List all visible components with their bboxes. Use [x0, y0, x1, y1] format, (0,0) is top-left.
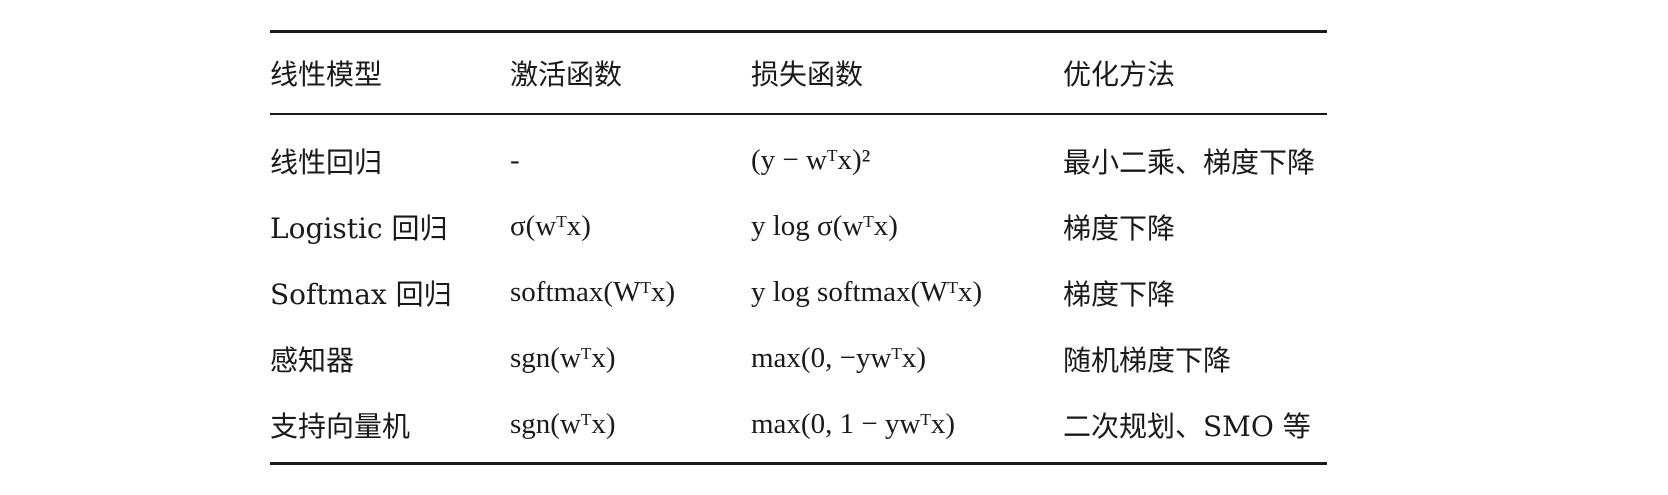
cell-activation: sgn(wᵀx): [510, 342, 616, 374]
header-linear-model: 线性模型: [270, 58, 383, 91]
cell-loss: max(0, 1 − ywᵀx): [751, 408, 956, 440]
cell-loss: (y − wᵀx)²: [751, 144, 871, 176]
table-row: 支持向量机 sgn(wᵀx) max(0, 1 − ywᵀx) 二次规划、SMO…: [270, 392, 1327, 458]
header-loss-function: 损失函数: [751, 58, 864, 91]
cell-model: Softmax 回归: [270, 277, 452, 311]
table-header: 线性模型 激活函数 损失函数 优化方法: [270, 33, 1327, 113]
cell-model: 线性回归: [270, 145, 383, 179]
cell-model: Logistic 回归: [270, 211, 448, 245]
bottom-rule: [270, 461, 1327, 465]
cell-activation: -: [510, 144, 520, 176]
header-row: 线性模型 激活函数 损失函数 优化方法: [270, 33, 1327, 113]
cell-loss: max(0, −ywᵀx): [751, 342, 927, 374]
cell-loss: y log softmax(Wᵀx): [751, 276, 983, 308]
cell-optimizer: 二次规划、SMO 等: [1063, 409, 1311, 443]
header-optimization-method: 优化方法: [1063, 58, 1176, 91]
header-activation-function: 激活函数: [510, 58, 623, 91]
cell-activation: softmax(Wᵀx): [510, 276, 676, 308]
cell-model: 感知器: [270, 343, 355, 377]
comparison-table: 线性模型 激活函数 损失函数 优化方法 线性回归 - (y − wᵀx)² 最小…: [270, 30, 1327, 465]
table-row: Softmax 回归 softmax(Wᵀx) y log softmax(Wᵀ…: [270, 260, 1327, 326]
cell-optimizer: 最小二乘、梯度下降: [1063, 145, 1316, 179]
cell-optimizer: 随机梯度下降: [1063, 343, 1232, 377]
table-row: Logistic 回归 σ(wᵀx) y log σ(wᵀx) 梯度下降: [270, 194, 1327, 260]
table-body: 线性回归 - (y − wᵀx)² 最小二乘、梯度下降 Logistic 回归 …: [270, 128, 1327, 458]
cell-model: 支持向量机: [270, 409, 411, 443]
cell-activation: sgn(wᵀx): [510, 408, 616, 440]
cell-optimizer: 梯度下降: [1063, 211, 1176, 245]
cell-loss: y log σ(wᵀx): [751, 210, 898, 242]
cell-activation: σ(wᵀx): [510, 210, 591, 242]
table-row: 感知器 sgn(wᵀx) max(0, −ywᵀx) 随机梯度下降: [270, 326, 1327, 392]
cell-optimizer: 梯度下降: [1063, 277, 1176, 311]
table-row: 线性回归 - (y − wᵀx)² 最小二乘、梯度下降: [270, 128, 1327, 194]
